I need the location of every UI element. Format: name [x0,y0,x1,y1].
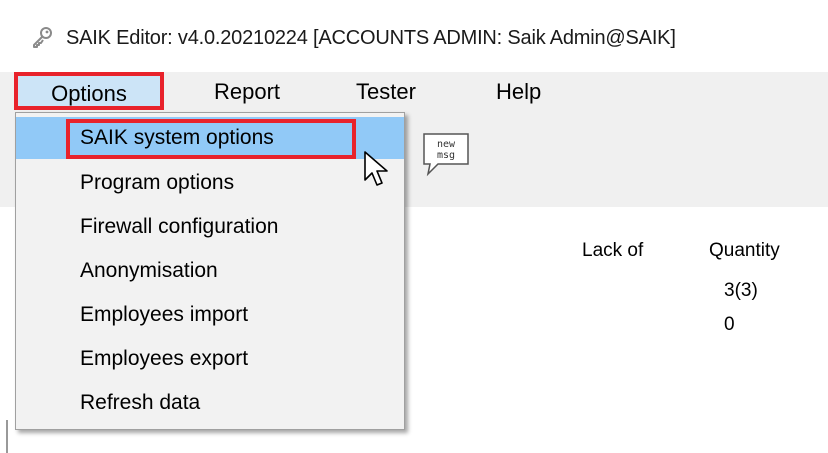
menu-report[interactable]: Report [214,72,280,112]
mouse-cursor-icon [364,151,388,186]
menu-item-firewall-configuration[interactable]: Firewall configuration [16,206,404,248]
menu-bar: Options Report Tester Help [0,72,828,112]
window-title: SAIK Editor: v4.0.20210224 [ACCOUNTS ADM… [66,27,676,49]
menu-item-label: Program options [80,171,235,194]
menu-item-label: Employees export [80,347,249,370]
new-message-icon[interactable]: new msg [418,128,474,184]
new-message-text-top: new [437,139,456,150]
menu-item-label: SAIK system options [80,126,274,149]
quantity-cell: 0 [724,314,735,335]
menu-item-label: Refresh data [80,391,201,414]
menu-tester[interactable]: Tester [356,72,416,112]
quantity-cell: 3(3) [724,280,758,301]
menu-item-anonymisation[interactable]: Anonymisation [16,250,404,292]
key-icon [33,27,52,48]
menu-item-label: Anonymisation [80,259,218,282]
grid-line [6,420,8,453]
column-header-lack-of[interactable]: Lack of [582,240,643,262]
menu-item-employees-export[interactable]: Employees export [16,338,404,380]
options-dropdown-menu: SAIK system options Program options Fire… [15,112,405,430]
menu-item-program-options[interactable]: Program options [16,162,404,204]
new-message-text-bottom: msg [437,150,455,161]
menu-help[interactable]: Help [496,72,541,112]
menu-item-employees-import[interactable]: Employees import [16,294,404,336]
menu-item-label: Employees import [80,303,249,326]
menu-item-label: Firewall configuration [80,215,279,238]
menu-options[interactable]: Options [14,72,164,110]
title-bar: SAIK Editor: v4.0.20210224 [ACCOUNTS ADM… [0,0,828,72]
menu-item-saik-system-options[interactable]: SAIK system options [16,117,404,159]
column-header-quantity[interactable]: Quantity [709,240,780,262]
menu-item-refresh-data[interactable]: Refresh data [16,382,404,424]
